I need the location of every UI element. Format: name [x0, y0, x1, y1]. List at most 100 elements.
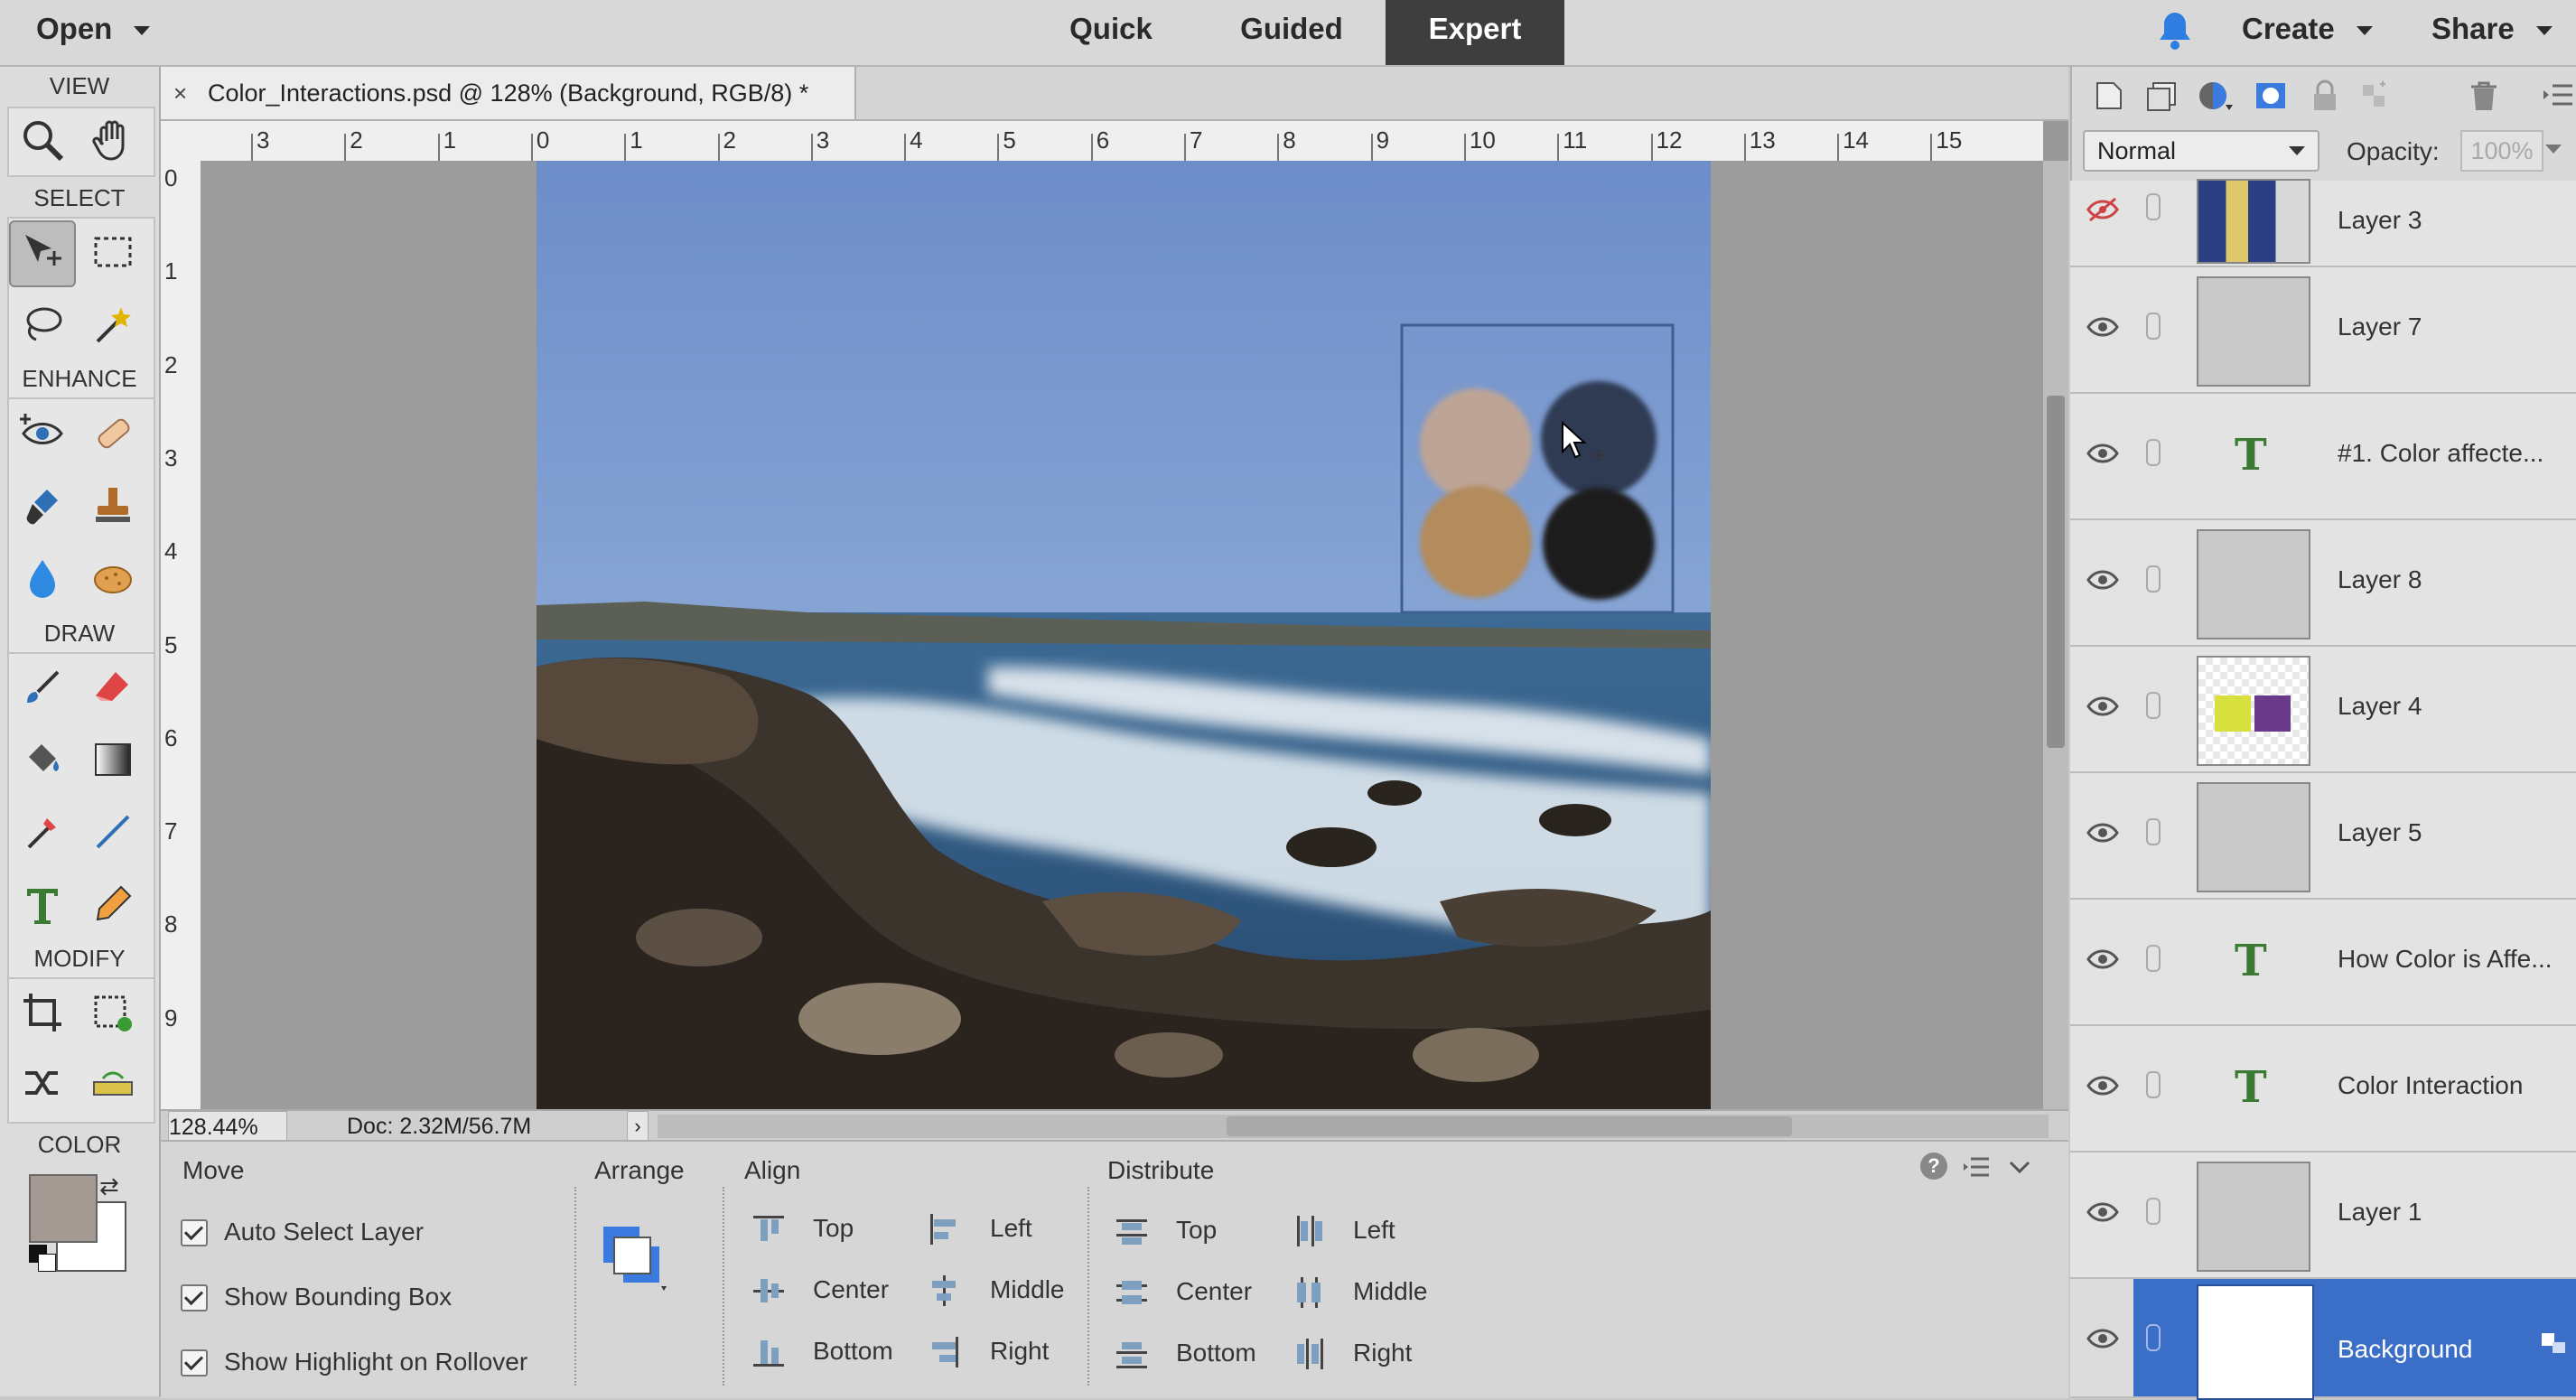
distribute-middle-label[interactable]: Middle [1353, 1277, 1427, 1306]
bell-icon[interactable] [2157, 11, 2193, 50]
bounding-box-checkbox[interactable] [181, 1284, 208, 1311]
vertical-ruler[interactable]: 0 1 2 3 4 5 6 7 8 9 [161, 161, 202, 1109]
eye-icon[interactable] [2086, 1199, 2119, 1232]
layer-row[interactable]: Layer 4 [2070, 647, 2576, 773]
recompose-tool-icon[interactable] [81, 981, 145, 1044]
hand-tool-icon[interactable] [81, 108, 145, 172]
link-icon[interactable] [2146, 439, 2161, 466]
document-tab[interactable]: × Color_Interactions.psd @ 128% (Backgro… [161, 67, 856, 119]
smart-brush-tool-icon[interactable] [11, 473, 74, 537]
marquee-tool-icon[interactable] [81, 220, 145, 284]
zoom-level[interactable]: 128.44% [168, 1111, 287, 1143]
link-icon[interactable] [2146, 565, 2161, 593]
align-top-icon[interactable] [753, 1214, 784, 1245]
link-icon[interactable] [2146, 193, 2161, 220]
content-aware-move-tool-icon[interactable] [11, 1051, 74, 1115]
layer-row[interactable]: T #1. Color affecte... [2070, 394, 2576, 520]
type-tool-icon[interactable] [11, 873, 74, 936]
spot-healing-tool-icon[interactable] [81, 401, 145, 464]
eye-icon[interactable] [2086, 1326, 2119, 1358]
eyedropper-tool-icon[interactable] [11, 800, 74, 863]
distribute-right-icon[interactable] [1293, 1339, 1324, 1369]
distribute-bottom-icon[interactable] [1116, 1339, 1147, 1369]
distribute-right-label[interactable]: Right [1353, 1339, 1412, 1367]
lock-all-icon[interactable] [2309, 78, 2341, 114]
layer-row[interactable]: T Color Interaction [2070, 1026, 2576, 1153]
panel-menu-icon[interactable] [2542, 81, 2574, 108]
move-tool-icon[interactable] [9, 220, 76, 287]
distribute-middle-icon[interactable] [1293, 1277, 1324, 1308]
crop-tool-icon[interactable] [11, 981, 74, 1044]
eraser-tool-icon[interactable] [81, 656, 145, 719]
distribute-top-icon[interactable] [1116, 1216, 1147, 1246]
align-middle-label[interactable]: Middle [990, 1275, 1064, 1304]
lock-icon[interactable] [2540, 1331, 2567, 1355]
eye-icon[interactable] [2086, 1073, 2119, 1106]
line-tool-icon[interactable] [81, 800, 145, 863]
vertical-scrollbar[interactable] [2043, 161, 2068, 1109]
opacity-chevron-down-icon[interactable] [2545, 145, 2562, 154]
paint-bucket-tool-icon[interactable] [11, 728, 74, 791]
magic-wand-tool-icon[interactable] [81, 293, 145, 356]
swap-colors-icon[interactable]: ⇄ [99, 1172, 119, 1200]
zoom-tool-icon[interactable] [11, 108, 74, 172]
arrange-menu-icon[interactable] [600, 1223, 672, 1295]
link-icon[interactable] [2146, 818, 2161, 845]
options-menu-icon[interactable] [1964, 1156, 1991, 1178]
eye-icon[interactable] [2086, 694, 2119, 726]
lock-transparent-icon[interactable] [2359, 78, 2395, 114]
document-canvas-image[interactable] [537, 161, 1711, 1109]
close-tab-icon[interactable]: × [173, 67, 187, 119]
eye-icon[interactable] [2086, 567, 2119, 600]
distribute-center-label[interactable]: Center [1176, 1277, 1252, 1306]
align-left-icon[interactable] [929, 1214, 959, 1245]
lasso-tool-icon[interactable] [11, 293, 74, 356]
distribute-bottom-label[interactable]: Bottom [1176, 1339, 1256, 1367]
eye-icon[interactable] [2086, 820, 2119, 853]
align-right-label[interactable]: Right [990, 1337, 1049, 1366]
link-icon[interactable] [2146, 692, 2161, 719]
layer-row[interactable]: Layer 5 [2070, 773, 2576, 900]
align-center-icon[interactable] [753, 1275, 784, 1306]
eye-icon[interactable] [2086, 441, 2119, 473]
open-button[interactable]: Open [36, 0, 151, 65]
vertical-scroll-thumb[interactable] [2047, 396, 2065, 748]
align-left-label[interactable]: Left [990, 1214, 1032, 1243]
align-center-label[interactable]: Center [813, 1275, 889, 1304]
mode-guided-tab[interactable]: Guided [1219, 0, 1364, 65]
align-bottom-label[interactable]: Bottom [813, 1337, 893, 1366]
red-eye-tool-icon[interactable] [11, 401, 74, 464]
pencil-tool-icon[interactable] [81, 873, 145, 936]
distribute-left-label[interactable]: Left [1353, 1216, 1395, 1245]
eye-icon[interactable] [2086, 314, 2119, 347]
opacity-field[interactable]: 100% [2460, 130, 2543, 172]
link-icon[interactable] [2146, 1198, 2161, 1225]
collapse-chevron-icon[interactable] [2007, 1154, 2032, 1180]
new-group-icon[interactable] [2144, 78, 2180, 114]
straighten-tool-icon[interactable] [81, 1051, 145, 1115]
distribute-left-icon[interactable] [1293, 1216, 1324, 1246]
brush-tool-icon[interactable] [11, 656, 74, 719]
layer-row-selected[interactable]: Background [2070, 1279, 2576, 1400]
link-icon[interactable] [2146, 1324, 2161, 1351]
clone-stamp-tool-icon[interactable] [81, 473, 145, 537]
link-icon[interactable] [2146, 1071, 2161, 1098]
mode-quick-tab[interactable]: Quick [1039, 0, 1183, 65]
align-middle-icon[interactable] [929, 1275, 959, 1306]
horizontal-scrollbar[interactable] [658, 1115, 2049, 1138]
chevron-right-icon[interactable]: › [627, 1111, 649, 1142]
distribute-center-icon[interactable] [1116, 1277, 1147, 1308]
align-right-icon[interactable] [929, 1337, 959, 1367]
foreground-color-swatch[interactable] [29, 1174, 98, 1243]
adjustment-layer-icon[interactable] [2197, 78, 2236, 114]
link-icon[interactable] [2146, 945, 2161, 972]
create-button[interactable]: Create [2242, 0, 2373, 65]
layer-row[interactable]: Layer 7 [2070, 267, 2576, 394]
mode-expert-tab[interactable]: Expert [1386, 0, 1564, 65]
blur-tool-icon[interactable] [11, 546, 74, 609]
link-icon[interactable] [2146, 313, 2161, 340]
sponge-tool-icon[interactable] [81, 546, 145, 609]
layer-row[interactable]: Layer 8 [2070, 520, 2576, 647]
align-bottom-icon[interactable] [753, 1337, 784, 1367]
horizontal-ruler[interactable]: 3 2 1 0 1 2 3 4 5 6 7 8 9 10 11 12 13 14 15 [201, 121, 2043, 163]
